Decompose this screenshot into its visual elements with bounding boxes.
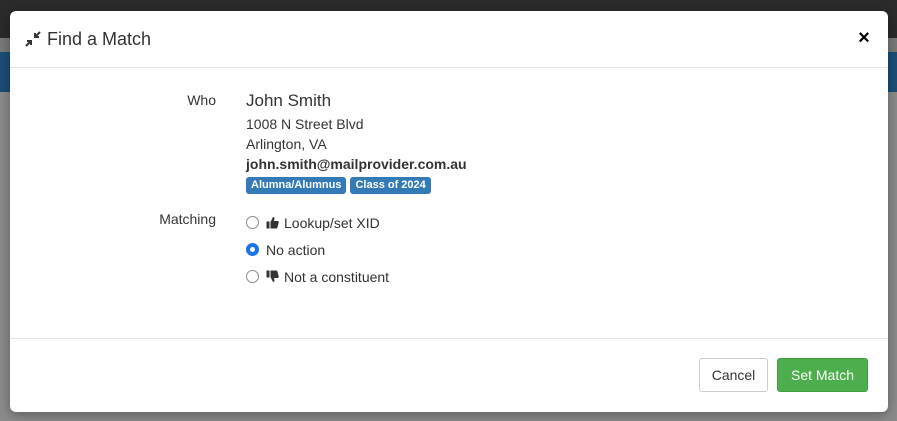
- person-name: John Smith: [246, 91, 332, 110]
- cancel-button[interactable]: Cancel: [699, 358, 768, 392]
- modal-title-text: Find a Match: [47, 28, 152, 49]
- radio-no-action[interactable]: [246, 243, 259, 256]
- address-line-1: 1008 N Street Blvd: [246, 116, 364, 132]
- modal-header: Find a Match ×: [10, 11, 888, 68]
- thumbs-up-icon: [266, 216, 279, 229]
- modal-footer: Cancel Set Match: [10, 338, 888, 412]
- find-match-modal: Find a Match × Who John Smith 1008 N Str…: [10, 11, 888, 412]
- matching-label: Matching: [159, 211, 216, 227]
- close-icon: ×: [858, 26, 870, 49]
- person-email: john.smith@mailprovider.com.au: [246, 156, 467, 172]
- option-label: Not a constituent: [284, 268, 390, 285]
- radio-lookup-xid[interactable]: [246, 216, 259, 229]
- person-tags: Alumna/Alumnus Class of 2024: [246, 177, 467, 194]
- tag-badge: Alumna/Alumnus: [246, 177, 347, 194]
- set-match-button[interactable]: Set Match: [777, 358, 868, 392]
- option-not-constituent[interactable]: Not a constituent: [246, 263, 389, 290]
- thumbs-down-icon: [266, 270, 279, 283]
- matching-options: Lookup/set XID No action Not a constitue…: [246, 209, 389, 290]
- close-button[interactable]: ×: [854, 27, 874, 49]
- person-details: John Smith 1008 N Street Blvd Arlington,…: [246, 90, 467, 194]
- tag-badge: Class of 2024: [350, 177, 431, 194]
- modal-title: Find a Match: [25, 29, 151, 50]
- modal-body: Who John Smith 1008 N Street Blvd Arling…: [10, 68, 888, 338]
- option-lookup-xid[interactable]: Lookup/set XID: [246, 209, 389, 236]
- option-no-action[interactable]: No action: [246, 236, 389, 263]
- compress-icon: [25, 31, 41, 47]
- option-label: Lookup/set XID: [284, 214, 380, 231]
- who-label: Who: [187, 92, 216, 108]
- address-line-2: Arlington, VA: [246, 136, 327, 152]
- option-label: No action: [266, 241, 326, 258]
- radio-not-constituent[interactable]: [246, 270, 259, 283]
